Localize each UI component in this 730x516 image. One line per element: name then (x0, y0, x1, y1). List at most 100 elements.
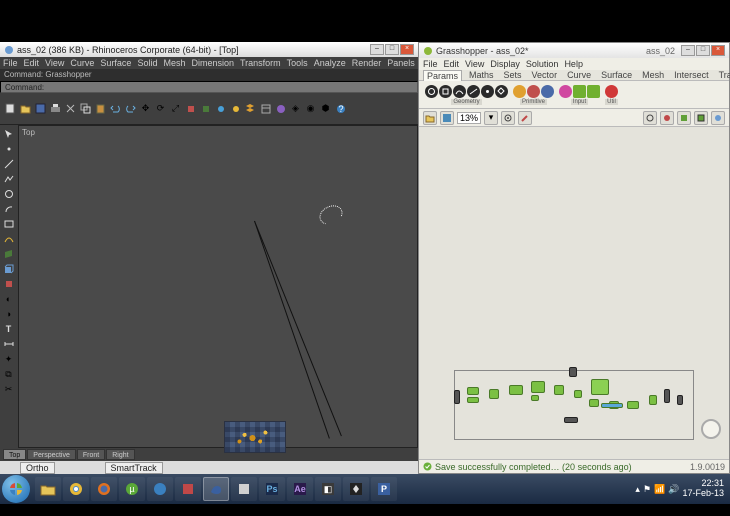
arc-icon[interactable] (1, 202, 16, 216)
gh-tab-mesh[interactable]: Mesh (639, 70, 667, 80)
component[interactable] (627, 401, 639, 409)
preview-selected-icon[interactable] (694, 111, 708, 125)
menu-curve[interactable]: Curve (70, 58, 94, 68)
cut-icon[interactable] (63, 102, 78, 116)
component-button[interactable] (439, 85, 452, 98)
taskbar-app-icon[interactable] (175, 477, 201, 501)
viewport-tab-front[interactable]: Front (77, 449, 105, 460)
tool-icon[interactable] (198, 102, 213, 116)
taskbar-firefox[interactable] (91, 477, 117, 501)
gh-titlebar[interactable]: Grasshopper - ass_02* ass_02 – □ × (419, 43, 729, 58)
gh-menu-help[interactable]: Help (564, 59, 583, 69)
group-frame[interactable] (454, 370, 694, 440)
component[interactable] (509, 385, 523, 395)
viewport[interactable]: Top (18, 125, 418, 448)
sketch-icon[interactable] (518, 111, 532, 125)
component-button[interactable] (559, 85, 572, 98)
rhino-titlebar[interactable]: ass_02 (386 KB) - Rhinoceros Corporate (… (0, 42, 418, 57)
polyline-icon[interactable] (1, 172, 16, 186)
taskbar-chrome[interactable] (63, 477, 89, 501)
compass-icon[interactable] (701, 419, 721, 439)
gh-menu-edit[interactable]: Edit (444, 59, 460, 69)
surface-icon[interactable] (1, 247, 16, 261)
viewport-label[interactable]: Top (22, 128, 35, 137)
component-button[interactable] (605, 85, 618, 98)
component[interactable] (564, 417, 578, 423)
clock[interactable]: 22:31 17-Feb-13 (682, 479, 724, 499)
scale-icon[interactable]: ⤢ (168, 102, 183, 116)
component-button[interactable] (513, 85, 526, 98)
component-button[interactable] (481, 85, 494, 98)
taskbar-explorer[interactable] (35, 477, 61, 501)
menu-render[interactable]: Render (352, 58, 382, 68)
gh-tab-maths[interactable]: Maths (466, 70, 497, 80)
menu-edit[interactable]: Edit (24, 58, 40, 68)
taskbar-app-icon[interactable] (147, 477, 173, 501)
component-button[interactable] (467, 85, 480, 98)
open-file-icon[interactable] (423, 111, 437, 125)
tray-icon[interactable]: ⚑ (643, 484, 651, 495)
tool-icon[interactable] (183, 102, 198, 116)
dimension-icon[interactable] (1, 337, 16, 351)
help-icon[interactable]: ? (333, 102, 348, 116)
tool-icon[interactable]: ◉ (303, 102, 318, 116)
gh-menu-file[interactable]: File (423, 59, 438, 69)
zoom-dropdown-icon[interactable]: ▾ (484, 111, 498, 125)
command-input[interactable]: Command: (0, 81, 418, 93)
tool-icon[interactable]: ◑ (1, 307, 16, 321)
tool-icon[interactable]: ◐ (1, 292, 16, 306)
properties-icon[interactable] (258, 102, 273, 116)
new-icon[interactable] (3, 102, 18, 116)
close-button[interactable]: × (400, 44, 414, 55)
tool-icon[interactable] (213, 102, 228, 116)
menu-mesh[interactable]: Mesh (163, 58, 185, 68)
component[interactable] (531, 395, 539, 401)
box-icon[interactable] (1, 277, 16, 291)
redo-icon[interactable] (123, 102, 138, 116)
component-button[interactable] (587, 85, 600, 98)
taskbar-photoshop[interactable]: Ps (259, 477, 285, 501)
menu-transform[interactable]: Transform (240, 58, 281, 68)
tray-arrow-icon[interactable]: ▴ (635, 484, 640, 495)
gh-menu-display[interactable]: Display (490, 59, 520, 69)
preview-icon[interactable] (501, 111, 515, 125)
text-icon[interactable]: T (1, 322, 16, 336)
gh-maximize-button[interactable]: □ (696, 45, 710, 56)
open-icon[interactable] (18, 102, 33, 116)
taskbar-unity[interactable] (343, 477, 369, 501)
solid-icon[interactable] (1, 262, 16, 276)
menu-analyze[interactable]: Analyze (314, 58, 346, 68)
menu-view[interactable]: View (45, 58, 64, 68)
taskbar-aftereffects[interactable]: Ae (287, 477, 313, 501)
component[interactable] (467, 387, 479, 395)
explode-icon[interactable]: ✦ (1, 352, 16, 366)
preview-mesh-icon[interactable] (677, 111, 691, 125)
tool-icon[interactable]: ⬢ (318, 102, 333, 116)
component[interactable] (454, 390, 460, 404)
viewport-tab-top[interactable]: Top (3, 449, 26, 460)
menu-dimension[interactable]: Dimension (191, 58, 234, 68)
wireframe-icon[interactable] (643, 111, 657, 125)
paste-icon[interactable] (93, 102, 108, 116)
gh-tab-curve[interactable]: Curve (564, 70, 594, 80)
ortho-toggle[interactable]: Ortho (20, 462, 55, 474)
menu-file[interactable]: File (3, 58, 18, 68)
copy-icon[interactable] (78, 102, 93, 116)
component-button[interactable] (573, 85, 586, 98)
taskbar-utorrent[interactable]: µ (119, 477, 145, 501)
gh-tab-params[interactable]: Params (423, 70, 462, 81)
trim-icon[interactable]: ✂ (1, 382, 16, 396)
component[interactable] (649, 395, 657, 405)
rect-icon[interactable] (1, 217, 16, 231)
gh-menu-solution[interactable]: Solution (526, 59, 559, 69)
component[interactable] (531, 381, 545, 393)
document-preview-icon[interactable] (711, 111, 725, 125)
component[interactable] (601, 403, 623, 408)
maximize-button[interactable]: □ (385, 44, 399, 55)
shaded-icon[interactable] (660, 111, 674, 125)
gh-minimize-button[interactable]: – (681, 45, 695, 56)
undo-icon[interactable] (108, 102, 123, 116)
minimize-button[interactable]: – (370, 44, 384, 55)
component-button[interactable] (453, 85, 466, 98)
gh-canvas[interactable] (419, 127, 729, 459)
